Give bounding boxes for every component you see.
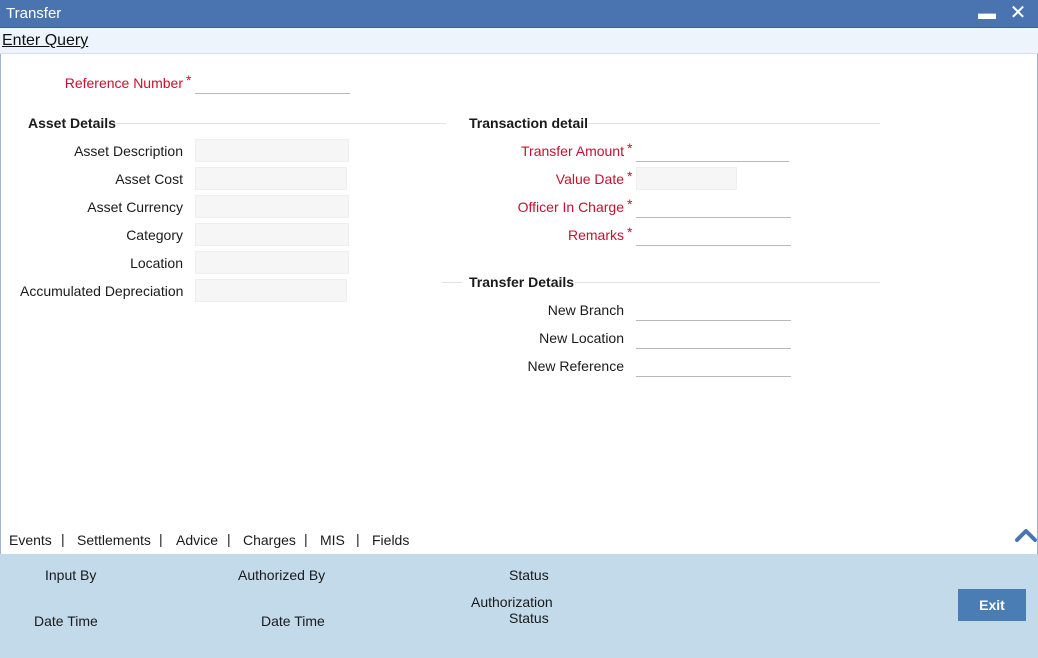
new-reference-label: New Reference [527, 358, 625, 374]
tab-separator: | [227, 531, 231, 547]
required-marker: * [627, 168, 633, 184]
tab-fields[interactable]: Fields [372, 532, 409, 548]
asset-description-label: Asset Description [74, 143, 183, 159]
close-icon[interactable]: ✕ [1007, 2, 1029, 24]
subsystem-tab-strip: Events | Settlements | Advice | Charges … [0, 524, 1038, 554]
officer-in-charge-label: Officer In Charge [517, 199, 624, 215]
new-location-label: New Location [539, 330, 624, 346]
authorized-by-label: Authorized By [238, 567, 326, 583]
required-marker: * [627, 224, 633, 240]
new-location-input[interactable] [636, 325, 791, 349]
tab-separator: | [304, 531, 308, 547]
transaction-detail-heading: Transaction detail [469, 115, 589, 131]
chevron-up-icon[interactable] [1013, 522, 1038, 544]
new-reference-input[interactable] [636, 353, 791, 377]
category-field [195, 223, 349, 246]
reference-number-input[interactable] [195, 70, 350, 94]
tab-events[interactable]: Events [9, 532, 52, 548]
section-divider [113, 123, 446, 124]
section-divider [575, 282, 880, 283]
location-label: Location [130, 255, 183, 271]
value-date-label: Value Date [555, 171, 624, 187]
new-branch-input[interactable] [636, 297, 791, 321]
value-date-field[interactable] [636, 167, 737, 190]
menu-bar: Enter Query [0, 28, 1038, 54]
officer-in-charge-input[interactable] [636, 194, 791, 218]
tab-separator: | [159, 531, 163, 547]
accumulated-depreciation-field [195, 279, 347, 302]
remarks-input[interactable] [636, 222, 791, 246]
input-by-label: Input By [45, 567, 97, 583]
accumulated-depreciation-label: Accumulated Depreciation [20, 283, 184, 299]
section-divider [442, 282, 462, 283]
tab-advice[interactable]: Advice [176, 532, 218, 548]
location-field [195, 251, 349, 274]
tab-separator: | [61, 531, 65, 547]
window-titlebar: Transfer ▬ ✕ [0, 0, 1038, 28]
required-marker: * [186, 72, 192, 88]
asset-details-heading: Asset Details [28, 115, 116, 131]
status-label: Status [509, 567, 549, 583]
authorization-status-label-line2: Status [509, 610, 549, 626]
date-time-label: Date Time [261, 613, 325, 629]
tab-mis[interactable]: MIS [320, 532, 345, 548]
transfer-details-heading: Transfer Details [469, 274, 575, 290]
asset-currency-field [195, 195, 349, 218]
section-divider [588, 123, 880, 124]
transfer-amount-input[interactable] [636, 138, 789, 162]
required-marker: * [627, 196, 633, 212]
tab-settlements[interactable]: Settlements [77, 532, 151, 548]
authorization-status-label-line1: Authorization [471, 594, 553, 610]
remarks-label: Remarks [567, 227, 624, 243]
reference-number-label: Reference Number [64, 75, 183, 91]
date-time-label: Date Time [34, 613, 98, 629]
minimize-icon[interactable]: ▬ [976, 2, 998, 24]
asset-currency-label: Asset Currency [87, 199, 183, 215]
asset-cost-field [195, 167, 347, 190]
tab-charges[interactable]: Charges [243, 532, 296, 548]
tab-separator: | [356, 531, 360, 547]
transfer-amount-label: Transfer Amount [521, 143, 624, 159]
new-branch-label: New Branch [547, 302, 624, 318]
enter-query-link[interactable]: Enter Query [2, 32, 88, 50]
exit-button[interactable]: Exit [958, 589, 1026, 621]
category-label: Category [126, 227, 183, 243]
asset-cost-label: Asset Cost [115, 171, 183, 187]
window-title: Transfer [6, 5, 62, 22]
required-marker: * [627, 140, 633, 156]
audit-footer: Input By Date Time Authorized By Date Ti… [0, 554, 1038, 658]
asset-description-field [195, 139, 349, 162]
